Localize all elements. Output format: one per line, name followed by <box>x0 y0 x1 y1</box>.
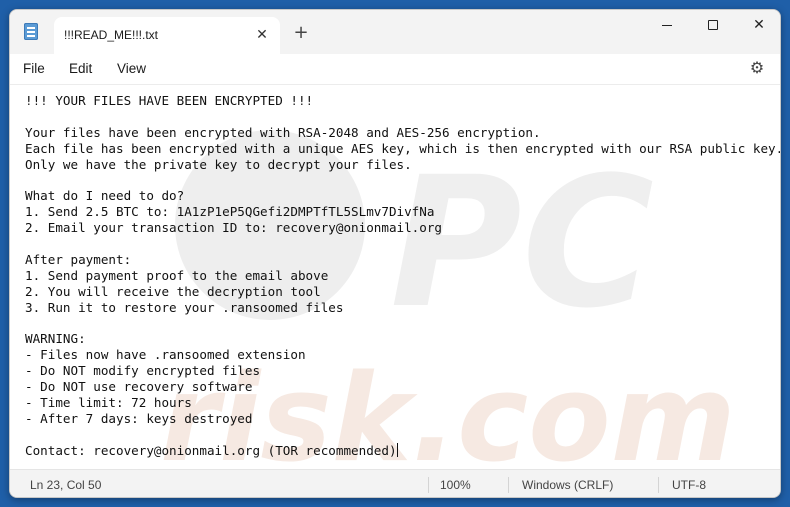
text-line <box>25 109 780 125</box>
document-text: !!! YOUR FILES HAVE BEEN ENCRYPTED !!! Yo… <box>25 93 780 458</box>
text-line: - After 7 days: keys destroyed <box>25 410 253 426</box>
notepad-icon <box>24 23 38 40</box>
text-line: Contact: recovery@onionmail.org (TOR rec… <box>25 442 398 458</box>
menu-bar: File Edit View ⚙ <box>10 54 780 84</box>
menu-file[interactable]: File <box>23 58 45 80</box>
close-window-button[interactable]: ✕ <box>736 10 780 42</box>
status-divider <box>658 477 659 493</box>
text-line: !!! YOUR FILES HAVE BEEN ENCRYPTED !!! <box>25 93 314 108</box>
notepad-window: !!!READ_ME!!!.txt ✕ + ✕ File Edit View ⚙… <box>9 9 781 498</box>
tab-readme[interactable]: !!!READ_ME!!!.txt ✕ <box>54 17 280 54</box>
text-line <box>25 172 780 188</box>
minimize-button[interactable] <box>644 10 690 42</box>
text-line: - Time limit: 72 hours <box>25 394 192 410</box>
text-line <box>25 315 780 331</box>
encoding[interactable]: UTF-8 <box>672 470 706 497</box>
text-line: - Files now have .ransoomed extension <box>25 347 306 363</box>
menu-edit[interactable]: Edit <box>69 58 92 80</box>
text-line: 2. You will receive the decryption tool <box>25 283 321 299</box>
tab-title: !!!READ_ME!!!.txt <box>64 28 159 42</box>
zoom-level[interactable]: 100% <box>440 470 471 497</box>
status-bar: Ln 23, Col 50 100% Windows (CRLF) UTF-8 <box>10 469 780 497</box>
maximize-button[interactable] <box>690 10 736 42</box>
status-divider <box>508 477 509 493</box>
text-line: 2. Email your transaction ID to: recover… <box>25 220 443 236</box>
text-line: WARNING: <box>25 331 86 347</box>
gear-icon[interactable]: ⚙ <box>748 59 766 77</box>
line-ending[interactable]: Windows (CRLF) <box>522 470 613 497</box>
text-line <box>25 427 780 443</box>
text-line <box>25 236 780 252</box>
close-tab-icon[interactable]: ✕ <box>252 25 272 45</box>
text-line: Each file has been encrypted with a uniq… <box>25 140 780 156</box>
text-line: - Do NOT modify encrypted files <box>25 363 261 379</box>
text-line: What do I need to do? <box>25 188 185 204</box>
text-editor[interactable]: PC risk.com !!! YOUR FILES HAVE BEEN ENC… <box>10 85 780 469</box>
text-line: 1. Send payment proof to the email above <box>25 267 329 283</box>
menu-view[interactable]: View <box>117 58 146 80</box>
text-line: After payment: <box>25 251 132 267</box>
text-line: 1. Send 2.5 BTC to: 1A1zP1eP5QGefi2DMPTf… <box>25 204 435 220</box>
text-line: Your files have been encrypted with RSA-… <box>25 124 541 140</box>
new-tab-plus-icon[interactable]: + <box>290 22 312 44</box>
status-divider <box>428 477 429 493</box>
title-bar: !!!READ_ME!!!.txt ✕ + ✕ <box>10 10 780 54</box>
cursor-position: Ln 23, Col 50 <box>30 478 102 492</box>
text-caret <box>396 442 398 457</box>
text-line: - Do NOT use recovery software <box>25 379 253 395</box>
text-line: Only we have the private key to decrypt … <box>25 156 412 172</box>
text-line: 3. Run it to restore your .ransoomed fil… <box>25 299 344 315</box>
